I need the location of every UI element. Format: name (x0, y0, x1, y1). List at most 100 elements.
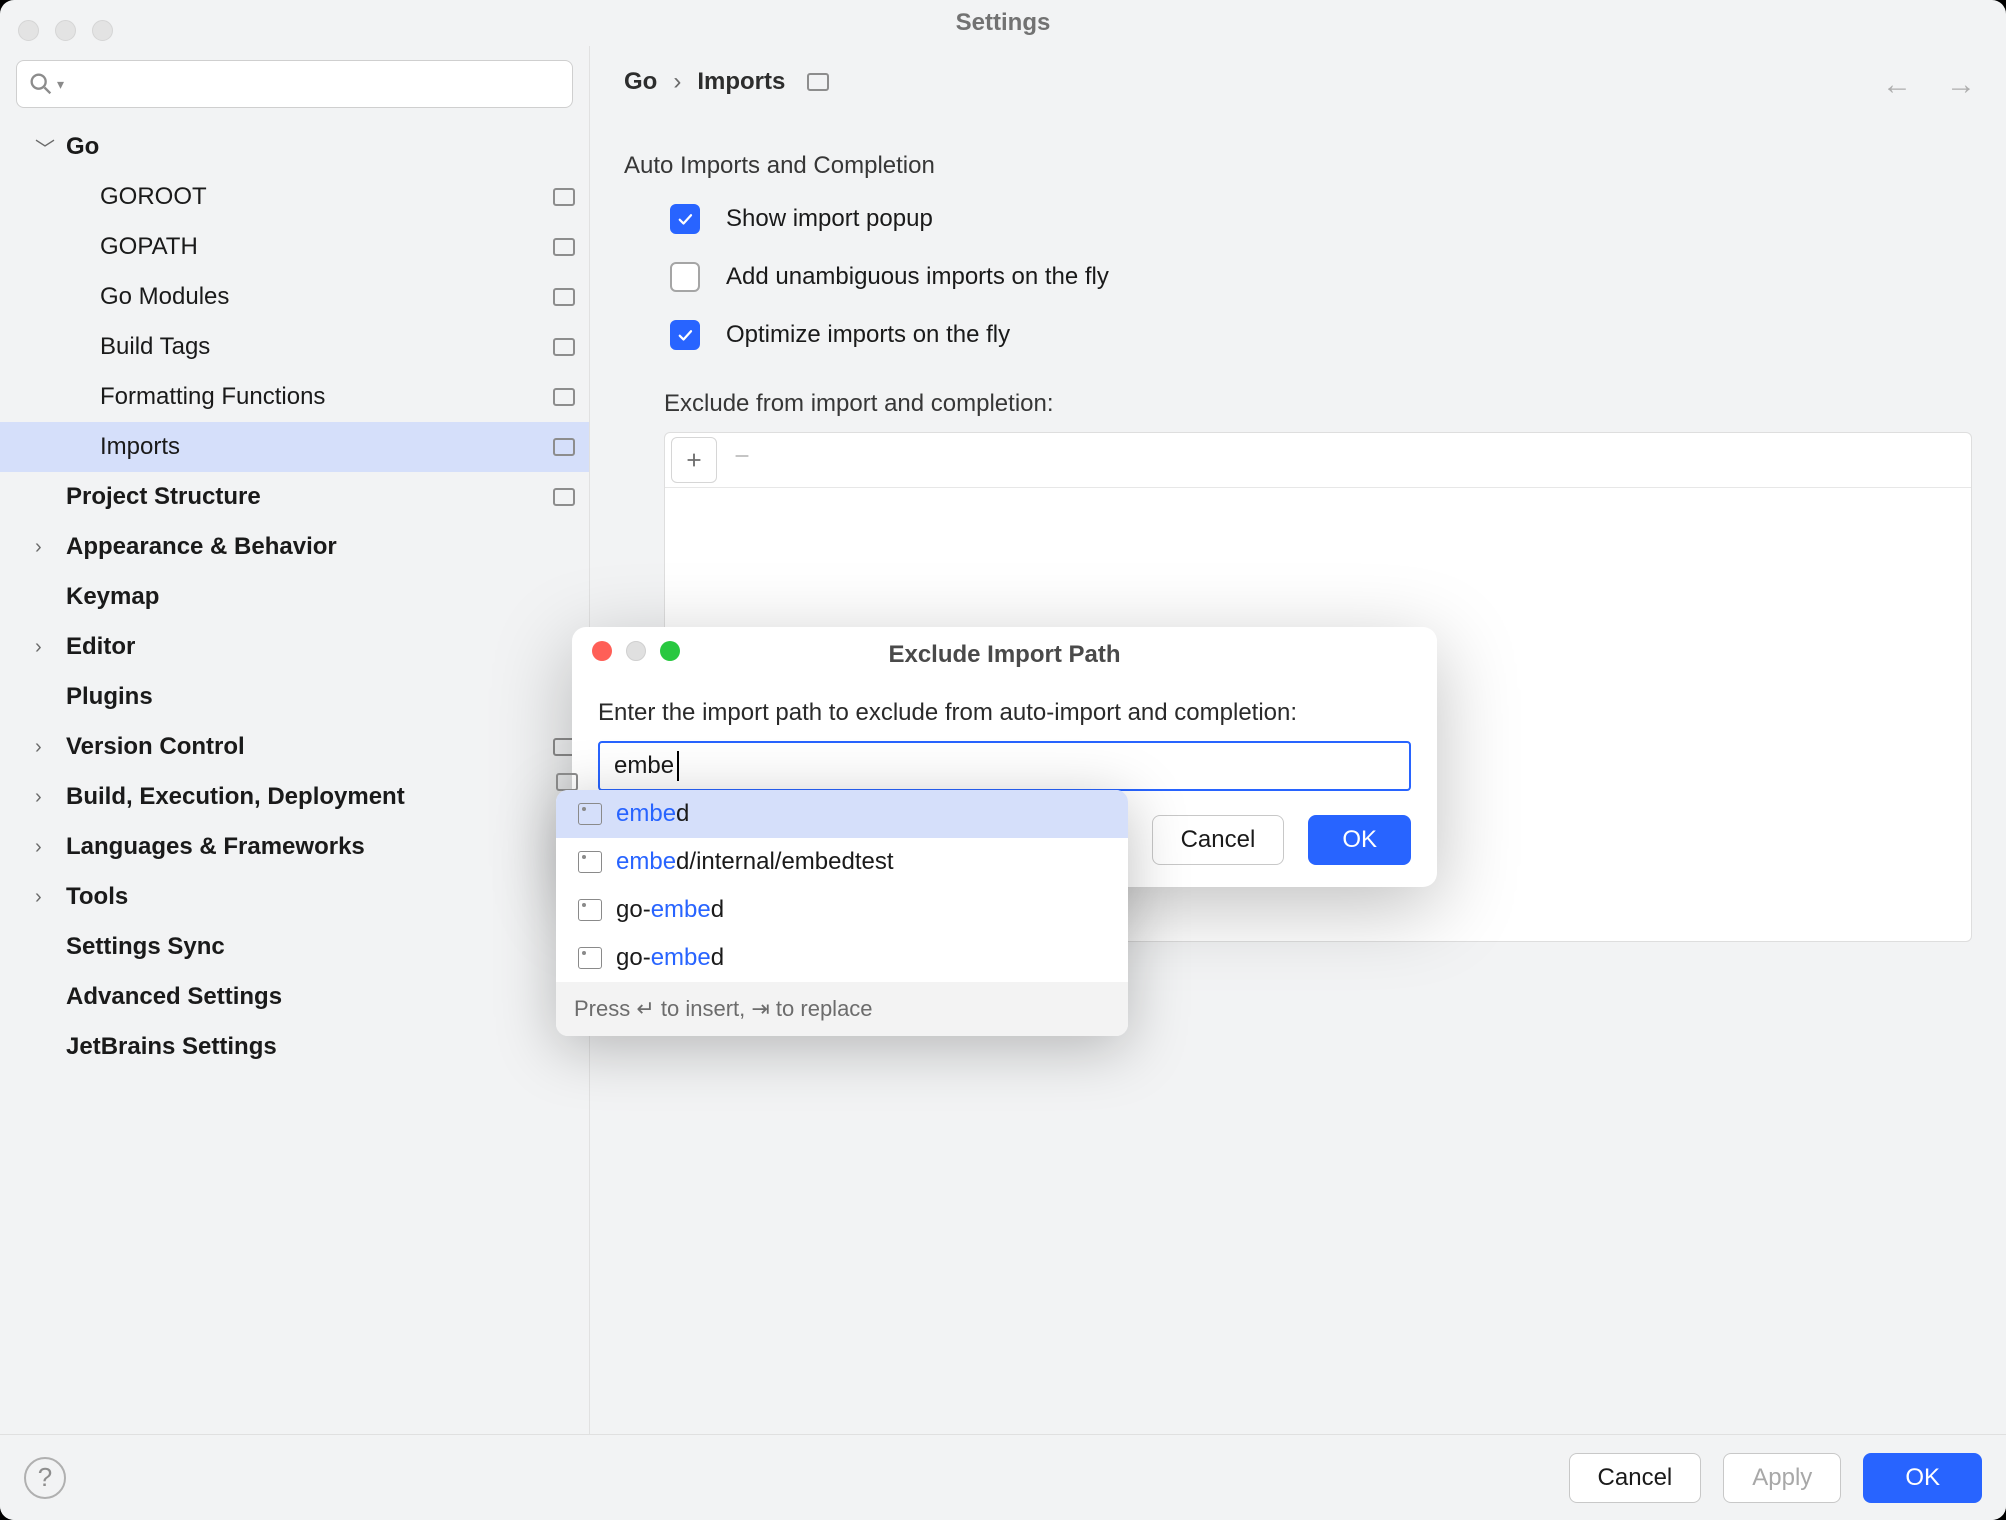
back-button[interactable]: ← (1882, 68, 1912, 102)
autocomplete-text: go-embed (616, 944, 724, 972)
dialog-instruction: Enter the import path to exclude from au… (598, 699, 1411, 727)
sidebar-item-go[interactable]: ﹀ Go (0, 122, 589, 172)
minimize-window-button[interactable] (55, 20, 76, 41)
sidebar-item-label: Editor (66, 633, 575, 661)
sidebar-item-jetbrains-settings[interactable]: JetBrains Settings (0, 1022, 589, 1072)
package-icon (578, 851, 602, 873)
forward-button[interactable]: → (1946, 68, 1976, 102)
chevron-right-icon: › (35, 886, 42, 909)
import-path-input[interactable]: embe (598, 741, 1411, 791)
sidebar-item-appearance-behavior[interactable]: › Appearance & Behavior (0, 522, 589, 572)
autocomplete-item[interactable]: go-embed (556, 934, 1128, 982)
window-title: Settings (0, 0, 2006, 46)
maximize-window-button[interactable] (92, 20, 113, 41)
remove-exclude-button[interactable] (719, 433, 765, 479)
package-icon (578, 947, 602, 969)
settings-sidebar: ▾ ﹀ Go GOROOT GOPATHGo Modules Build Tags For… (0, 46, 590, 1434)
sidebar-item-editor[interactable]: ›Editor (0, 622, 589, 672)
dialog-maximize-button[interactable] (660, 641, 680, 661)
breadcrumb-separator: › (673, 68, 681, 96)
history-nav: ← → (1882, 68, 1976, 102)
breadcrumb-root[interactable]: Go (624, 68, 657, 96)
chevron-right-icon: › (35, 736, 42, 759)
search-input[interactable]: ▾ (16, 60, 573, 108)
text-caret (677, 751, 679, 781)
checkbox[interactable] (670, 320, 700, 350)
chevron-right-icon: › (35, 536, 42, 559)
option-row: Add unambiguous imports on the fly (670, 262, 1972, 292)
sidebar-item-label: Tools (66, 883, 575, 911)
sidebar-item-label: Formatting Functions (100, 383, 553, 411)
package-icon (578, 899, 602, 921)
project-scope-icon (553, 488, 575, 506)
chevron-right-icon: › (35, 836, 42, 859)
breadcrumb-leaf: Imports (697, 68, 785, 96)
sidebar-item-label: Settings Sync (66, 933, 575, 961)
sidebar-item-version-control[interactable]: › Version Control (0, 722, 589, 772)
checkbox[interactable] (670, 204, 700, 234)
sidebar-item-label: Version Control (66, 733, 553, 761)
sidebar-item-advanced-settings[interactable]: Advanced Settings (0, 972, 589, 1022)
sidebar-item-label: Build, Execution, Deployment (66, 783, 575, 811)
option-label: Optimize imports on the fly (726, 321, 1010, 349)
ok-button[interactable]: OK (1863, 1453, 1982, 1503)
plus-icon (683, 449, 705, 471)
sidebar-item-label: Keymap (66, 583, 575, 611)
option-row: Show import popup (670, 204, 1972, 234)
option-label: Add unambiguous imports on the fly (726, 263, 1109, 291)
sidebar-item-languages-frameworks[interactable]: › Languages & Frameworks (0, 822, 589, 872)
dialog-ok-button[interactable]: OK (1308, 815, 1411, 865)
sidebar-item-keymap[interactable]: Keymap (0, 572, 589, 622)
sidebar-item-project-structure[interactable]: Project Structure (0, 472, 589, 522)
sidebar-item-goroot[interactable]: GOROOT (0, 172, 589, 222)
autocomplete-text: go-embed (616, 896, 724, 924)
sidebar-item-build-tags[interactable]: Build Tags (0, 322, 589, 372)
sidebar-item-settings-sync[interactable]: Settings Sync (0, 922, 589, 972)
add-exclude-button[interactable] (671, 437, 717, 483)
sidebar-item-label: Imports (100, 433, 553, 461)
autocomplete-text: embed/internal/embedtest (616, 848, 894, 876)
breadcrumb: Go › Imports (624, 68, 1972, 96)
dialog-title: Exclude Import Path (572, 641, 1437, 669)
sidebar-item-label: Languages & Frameworks (66, 833, 575, 861)
autocomplete-item[interactable]: embed (556, 790, 1128, 838)
sidebar-item-build-execution-deployment[interactable]: ›Build, Execution, Deployment (0, 772, 589, 822)
project-scope-icon (553, 188, 575, 206)
search-icon (27, 70, 55, 98)
dialog-footer: ? Cancel Apply OK (0, 1434, 2006, 1520)
sidebar-item-label: Appearance & Behavior (66, 533, 575, 561)
sidebar-item-label: Go (66, 133, 575, 161)
project-scope-icon (553, 438, 575, 456)
section-heading: Auto Imports and Completion (624, 152, 1972, 180)
cancel-button[interactable]: Cancel (1569, 1453, 1702, 1503)
autocomplete-item[interactable]: go-embed (556, 886, 1128, 934)
window-controls (18, 20, 113, 41)
sidebar-item-go-modules[interactable]: Go Modules (0, 272, 589, 322)
sidebar-item-imports[interactable]: Imports (0, 422, 589, 472)
help-button[interactable]: ? (24, 1457, 66, 1499)
dialog-minimize-button[interactable] (626, 641, 646, 661)
sidebar-item-label: JetBrains Settings (66, 1033, 575, 1061)
search-dropdown-icon[interactable]: ▾ (57, 76, 64, 93)
chevron-down-icon: ﹀ (35, 133, 55, 162)
sidebar-item-formatting-functions[interactable]: Formatting Functions (0, 372, 589, 422)
sidebar-item-tools[interactable]: › Tools (0, 872, 589, 922)
project-scope-icon (553, 338, 575, 356)
close-window-button[interactable] (18, 20, 39, 41)
exclude-toolbar (665, 433, 1971, 488)
autocomplete-item[interactable]: embed/internal/embedtest (556, 838, 1128, 886)
option-row: Optimize imports on the fly (670, 320, 1972, 350)
dialog-cancel-button[interactable]: Cancel (1152, 815, 1285, 865)
autocomplete-popup: embed embed/internal/embedtest go-embed go-… (556, 790, 1128, 1036)
checkbox[interactable] (670, 262, 700, 292)
apply-button[interactable]: Apply (1723, 1453, 1841, 1503)
package-icon (578, 803, 602, 825)
sidebar-item-label: Build Tags (100, 333, 553, 361)
dialog-close-button[interactable] (592, 641, 612, 661)
sidebar-item-label: GOROOT (100, 183, 553, 211)
settings-tree: ﹀ Go GOROOT GOPATHGo Modules Build Tags Forma… (0, 122, 589, 1072)
autocomplete-hint: Press ↵ to insert, ⇥ to replace (556, 982, 1128, 1036)
options-group: Show import popup Add unambiguous imports… (624, 204, 1972, 350)
sidebar-item-gopath[interactable]: GOPATH (0, 222, 589, 272)
sidebar-item-plugins[interactable]: Plugins (0, 672, 589, 722)
